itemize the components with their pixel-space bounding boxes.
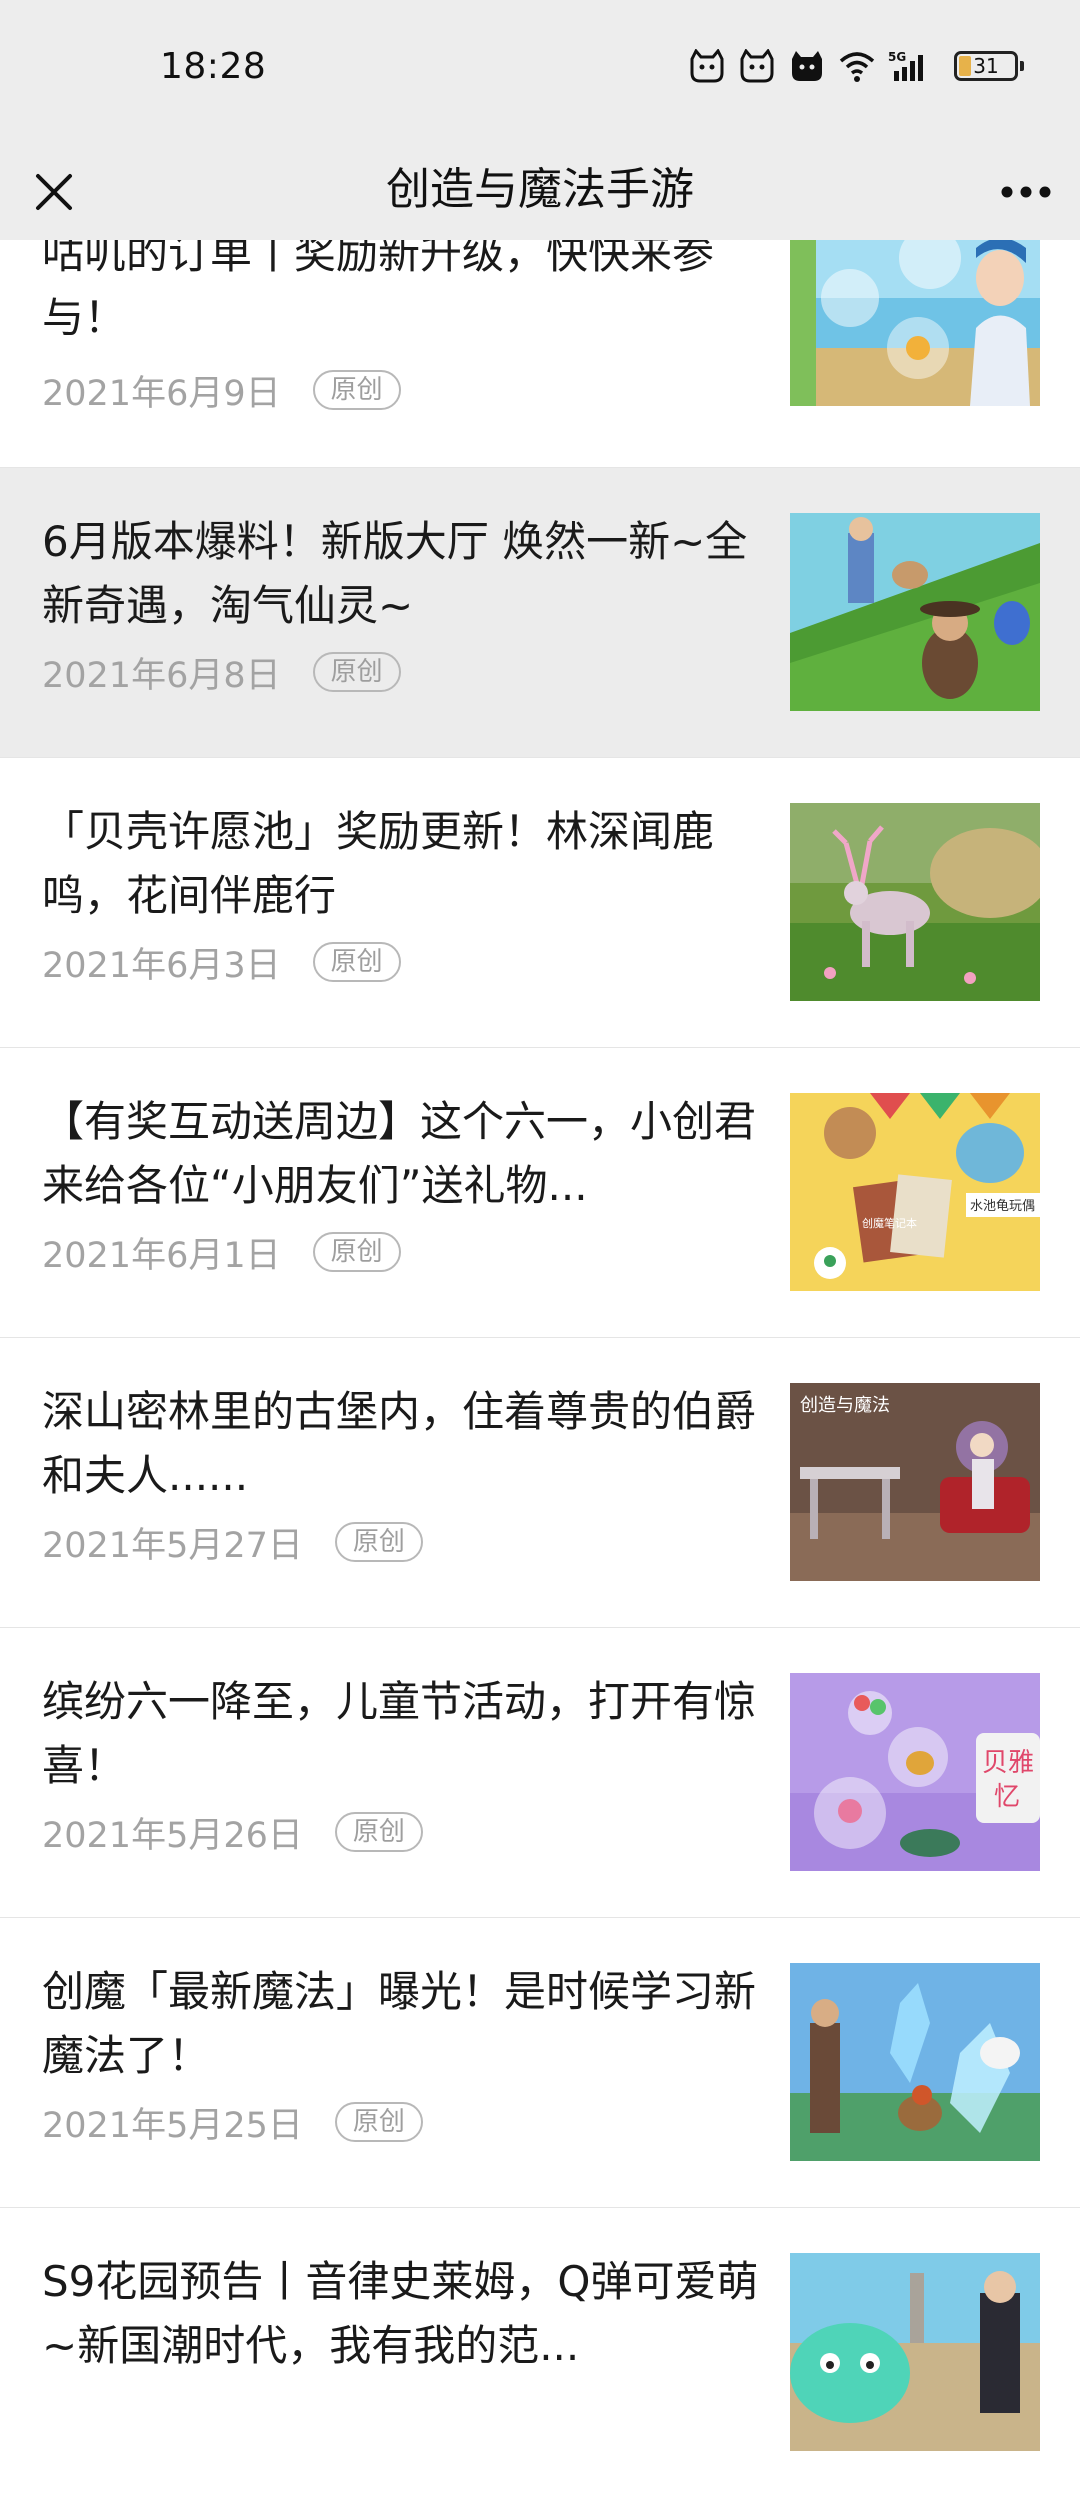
article-meta: 2021年6月9日 原创 (42, 366, 401, 414)
article-meta: 2021年6月8日 原创 (42, 648, 401, 696)
article-thumbnail[interactable]: 贝雅 忆 (790, 1673, 1040, 1871)
cat-notification-icon (690, 49, 724, 83)
article-title: 缤纷六一降至，儿童节活动，打开有惊喜！ (42, 1677, 757, 1790)
more-icon (1001, 186, 1051, 198)
article-meta: 2021年6月1日 原创 (42, 1228, 401, 1276)
status-icons: 5G 31 (688, 46, 1024, 86)
network-type: 5G (888, 50, 906, 64)
article-thumbnail[interactable] (790, 1963, 1040, 2161)
original-badge: 原创 (312, 652, 401, 692)
slime-garden-icon (790, 2253, 1040, 2451)
original-badge: 原创 (334, 1522, 423, 1562)
more-button[interactable] (996, 162, 1056, 222)
article-title: 深山密林里的古堡内，住着尊贵的伯爵和夫人...... (42, 1387, 757, 1500)
ice-magic-icon (790, 1963, 1040, 2161)
article-title: 「贝壳许愿池」奖励更新！林深闻鹿鸣，花间伴鹿行 (42, 807, 715, 920)
article-date: 2021年6月1日 (42, 1235, 281, 1276)
article-meta: 2021年6月3日 原创 (42, 938, 401, 986)
article-title: 6月版本爆料！新版大厅 焕然一新~全新奇遇，淘气仙灵~ (42, 517, 748, 630)
article-date: 2021年5月25日 (42, 2105, 303, 2146)
thumb-text: 创魔笔记本 (862, 1216, 917, 1230)
battery-icon: 31 (954, 51, 1024, 81)
bubble-gifts-icon: 贝雅 忆 (790, 1673, 1040, 1871)
article-thumbnail[interactable] (790, 513, 1040, 711)
thumb-text: 贝雅 (982, 1748, 1034, 1778)
article-item[interactable]: S9花园预告丨音律史莱姆，Q弹可爱萌~新国潮时代，我有我的范... (0, 2208, 1080, 2498)
article-item[interactable]: 缤纷六一降至，儿童节活动，打开有惊喜！ 2021年5月26日 原创 贝雅 忆 (0, 1628, 1080, 1918)
article-item[interactable]: 「贝壳许愿池」奖励更新！林深闻鹿鸣，花间伴鹿行 2021年6月3日 原创 (0, 758, 1080, 1048)
article-date: 2021年6月3日 (42, 945, 281, 986)
battery-percent: 31 (973, 54, 999, 78)
article-thumbnail[interactable]: 创造与魔法 (790, 1383, 1040, 1581)
article-thumbnail[interactable]: 创魔笔记本 水池龟玩偶 (790, 1093, 1040, 1291)
castle-room-icon: 创造与魔法 (790, 1383, 1040, 1581)
article-title: 【有奖互动送周边】这个六一，小创君来给各位“小朋友们”送礼物... (42, 1097, 757, 1210)
article-meta: 2021年5月25日 原创 (42, 2098, 423, 2146)
page-title: 创造与魔法手游 (386, 164, 694, 215)
article-date: 2021年6月8日 (42, 655, 281, 696)
article-thumbnail[interactable] (790, 2253, 1040, 2451)
article-title: 咕叽的订单丨奖励新升级，快快来参与！ (42, 229, 715, 342)
article-list[interactable]: 咕叽的订单丨奖励新升级，快快来参与！ 2021年6月9日 原创 6月版本爆料！新… (0, 0, 1080, 2498)
cat-notification-icon (792, 51, 822, 81)
article-date: 2021年6月9日 (42, 373, 281, 414)
article-item[interactable]: 【有奖互动送周边】这个六一，小创君来给各位“小朋友们”送礼物... 2021年6… (0, 1048, 1080, 1338)
cat-notification-icon (740, 49, 774, 83)
article-item[interactable]: 创魔「最新魔法」曝光！是时候学习新魔法了！ 2021年5月25日 原创 (0, 1918, 1080, 2208)
original-badge: 原创 (334, 1812, 423, 1852)
thumb-text: 水池龟玩偶 (970, 1199, 1035, 1214)
article-title: S9花园预告丨音律史莱姆，Q弹可爱萌~新国潮时代，我有我的范... (42, 2257, 759, 2370)
status-bar: 18:28 5G 31 (0, 0, 1080, 140)
article-thumbnail[interactable] (790, 803, 1040, 1001)
original-badge: 原创 (312, 370, 401, 410)
nav-bar: 创造与魔法手游 (0, 140, 1080, 240)
original-badge: 原创 (334, 2102, 423, 2142)
article-item[interactable]: 深山密林里的古堡内，住着尊贵的伯爵和夫人...... 2021年5月27日 原创… (0, 1338, 1080, 1628)
thumb-text: 忆 (994, 1782, 1020, 1812)
thumb-text: 创造与魔法 (800, 1395, 890, 1416)
article-meta: 2021年5月26日 原创 (42, 1808, 423, 1856)
article-title: 创魔「最新魔法」曝光！是时候学习新魔法了！ (42, 1967, 757, 2080)
article-item[interactable]: 6月版本爆料！新版大厅 焕然一新~全新奇遇，淘气仙灵~ 2021年6月8日 原创 (0, 468, 1080, 758)
original-badge: 原创 (312, 942, 401, 982)
article-meta: 2021年5月27日 原创 (42, 1518, 423, 1566)
lobby-deer-icon (790, 513, 1040, 711)
wifi-icon (839, 52, 875, 82)
notebook-gifts-icon: 创魔笔记本 水池龟玩偶 (790, 1093, 1040, 1291)
signal-icon: 5G (888, 50, 923, 81)
status-time: 18:28 (160, 46, 267, 87)
article-date: 2021年5月26日 (42, 1815, 303, 1856)
article-date: 2021年5月27日 (42, 1525, 303, 1566)
original-badge: 原创 (312, 1232, 401, 1272)
flower-deer-icon (790, 803, 1040, 1001)
